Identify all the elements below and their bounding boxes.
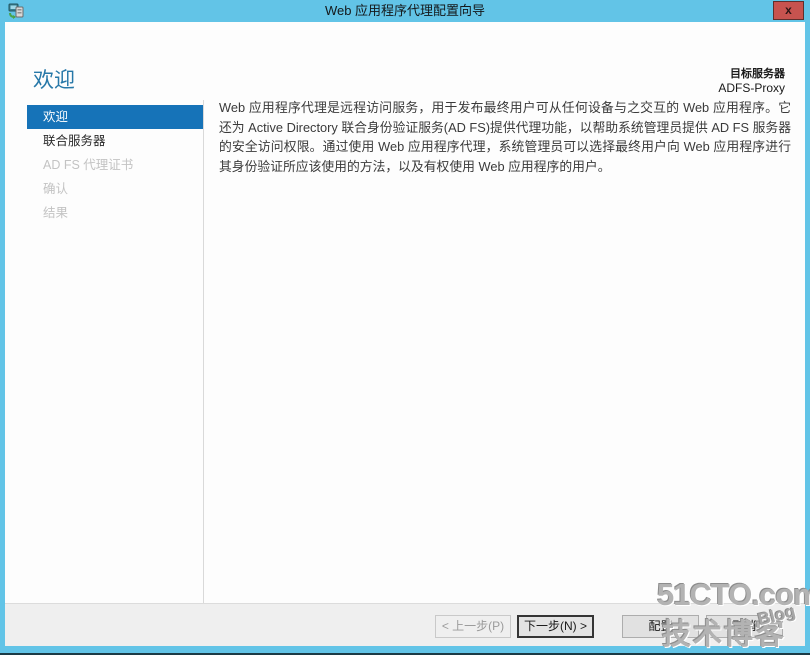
welcome-description: Web 应用程序代理是远程访问服务，用于发布最终用户可从任何设备与之交互的 We…	[219, 98, 791, 176]
sidebar-divider	[203, 100, 204, 603]
target-server-label: 目标服务器	[718, 68, 785, 81]
sidebar-item-adfs-proxy-certificate: AD FS 代理证书	[27, 153, 203, 177]
window-title: Web 应用程序代理配置向导	[0, 0, 810, 22]
cancel-button[interactable]: 取消	[706, 615, 783, 638]
next-button[interactable]: 下一步(N) >	[517, 615, 594, 638]
sidebar-item-confirmation: 确认	[27, 177, 203, 201]
title-bar[interactable]: Web 应用程序代理配置向导 x	[0, 0, 810, 22]
configure-button[interactable]: 配置	[622, 615, 699, 638]
sidebar-item-welcome[interactable]: 欢迎	[27, 105, 203, 129]
sidebar-item-federation-server[interactable]: 联合服务器	[27, 129, 203, 153]
wizard-window: Web 应用程序代理配置向导 x 欢迎 目标服务器 ADFS-Proxy 欢迎 …	[0, 0, 810, 655]
target-server-name: ADFS-Proxy	[718, 81, 785, 95]
close-icon[interactable]: x	[773, 1, 804, 20]
window-bottom-border	[0, 646, 810, 653]
sidebar-item-results: 结果	[27, 201, 203, 225]
page-title: 欢迎	[33, 64, 75, 94]
previous-button: < 上一步(P)	[435, 615, 511, 638]
target-server-block: 目标服务器 ADFS-Proxy	[718, 68, 785, 95]
